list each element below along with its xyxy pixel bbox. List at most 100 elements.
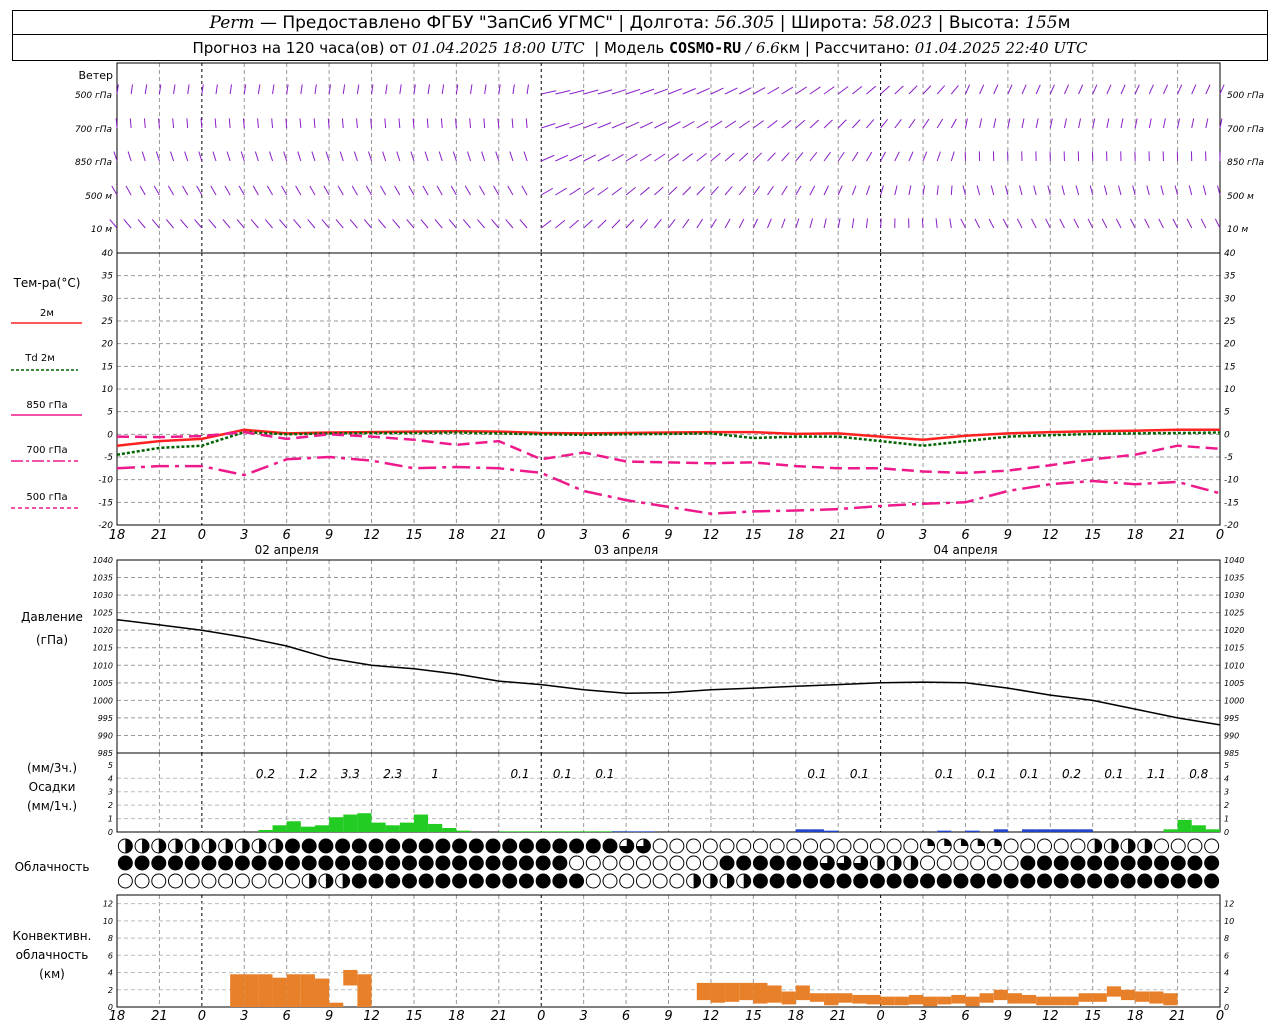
cloud-cover-symbol [435, 838, 451, 854]
wind-barb [738, 87, 752, 95]
hour-tick-label-bottom: 21 [1169, 1009, 1186, 1024]
precip-bar [413, 814, 429, 832]
cloud-cover-symbol [1103, 855, 1119, 871]
wind-barb [1134, 84, 1140, 95]
cloud-cover-fill [994, 839, 1002, 846]
precip-title-3: (мм/1ч.) [27, 799, 77, 813]
wind-barb [1200, 218, 1207, 229]
pressure-tick-right: 1040 [1224, 556, 1244, 565]
wind-barb [196, 185, 203, 196]
temp-tick-left: 40 [102, 249, 114, 259]
precip-bar [937, 830, 952, 832]
cloud-cover-fill [125, 838, 133, 853]
conv-tick-left: 8 [108, 934, 113, 943]
conv-cloud-bar [696, 982, 711, 1001]
wind-barb [908, 85, 918, 95]
cloud-cover-symbol [686, 855, 702, 871]
cloud-cover-symbol [535, 873, 551, 889]
hour-tick-label-bottom: 3 [240, 1009, 248, 1024]
wind-barb [809, 185, 816, 196]
cloud-cover-symbol [752, 873, 768, 889]
conv-cloud-bar [1135, 991, 1150, 1002]
hour-tick-label: 15 [406, 528, 423, 543]
cloud-cover-symbol [418, 838, 434, 854]
wind-barb [880, 218, 882, 229]
conv-cloud-bar [1092, 993, 1107, 1002]
wind-barb [272, 84, 275, 95]
wind-barb [392, 219, 401, 229]
cloud-cover-symbol [1070, 873, 1086, 889]
wind-barb [781, 185, 788, 196]
wind-level-label-left: 850 гПа [75, 158, 112, 168]
cloud-cover-symbol [401, 873, 417, 889]
wind-barb [738, 218, 745, 229]
wind-barb [696, 120, 709, 129]
wind-barb [625, 153, 638, 162]
cloud-cover-symbol [452, 873, 468, 889]
conv-tick-right: 0 [1224, 1003, 1229, 1012]
precip-sum-label: 1.1 [1147, 767, 1166, 781]
cloud-cover-symbol [502, 838, 518, 854]
wind-barb [339, 151, 344, 162]
wind-barb [767, 86, 780, 95]
precip-bar [1163, 829, 1178, 832]
wind-barb [1101, 218, 1108, 229]
wind-barb [753, 87, 766, 95]
cloud-cover-symbol [635, 873, 651, 889]
wind-barb [852, 85, 863, 95]
wind-barb [597, 89, 613, 95]
temp-tick-right: 10 [1224, 385, 1236, 395]
hour-tick-label-bottom: 0 [198, 1009, 206, 1024]
wind-barb [464, 185, 471, 196]
legend-700-label: 700 гПа [26, 445, 67, 456]
wind-barb [611, 153, 624, 162]
precip-sum-label: 0.1 [1104, 767, 1123, 781]
legend-td-label: Td 2м [24, 353, 55, 364]
wind-barb [569, 89, 585, 95]
wind-barb [654, 121, 667, 129]
cloud-cover-symbol [134, 855, 150, 871]
wind-barb [293, 219, 302, 229]
temp-tick-right: 20 [1224, 340, 1236, 350]
cloud-cover-symbol [468, 838, 484, 854]
wind-barb [1045, 218, 1051, 229]
cloud-cover-fill [1128, 839, 1136, 853]
hour-tick-label-bottom: 12 [1042, 1009, 1059, 1024]
wind-barb [555, 122, 570, 129]
temp-tick-right: -10 [1224, 476, 1239, 486]
temp-tick-left: 15 [102, 362, 114, 372]
temp-tick-right: 5 [1224, 408, 1230, 418]
wind-barb [1002, 218, 1009, 229]
precip-bar [1022, 829, 1037, 832]
wind-barb [365, 185, 372, 196]
precip-bar [626, 831, 641, 832]
wind-barb [682, 88, 696, 95]
wind-barb [767, 120, 778, 129]
hour-tick-label-bottom: 21 [151, 1009, 168, 1024]
wind-barb [611, 219, 621, 229]
hour-tick-label: 9 [325, 528, 333, 543]
wind-barb [583, 219, 593, 229]
temp-tick-right: 30 [1224, 294, 1236, 304]
wind-barb [654, 153, 666, 162]
wind-barb [936, 118, 944, 129]
wind-barb [894, 185, 898, 196]
temp-tick-left: 35 [102, 272, 114, 282]
hour-tick-label-bottom: 15 [406, 1009, 423, 1024]
cloud-cover-symbol [1037, 838, 1053, 854]
cloud-cover-symbol [318, 838, 334, 854]
cloud-cover-symbol [535, 855, 551, 871]
pressure-tick-left: 1020 [93, 626, 113, 635]
cloud-cover-symbol [218, 855, 234, 871]
wind-barb [541, 154, 555, 162]
wind-barb [507, 185, 514, 196]
wind-barb [1120, 118, 1124, 129]
wind-barb [314, 84, 317, 95]
wind-barb [1092, 84, 1098, 95]
precip-bar [357, 813, 372, 832]
precip-tick-right: 2 [1224, 801, 1229, 810]
wind-barb [1061, 185, 1065, 196]
wind-barb [976, 185, 981, 196]
precip-sum-label: 0.1 [553, 767, 572, 781]
wind-barb [130, 84, 134, 95]
